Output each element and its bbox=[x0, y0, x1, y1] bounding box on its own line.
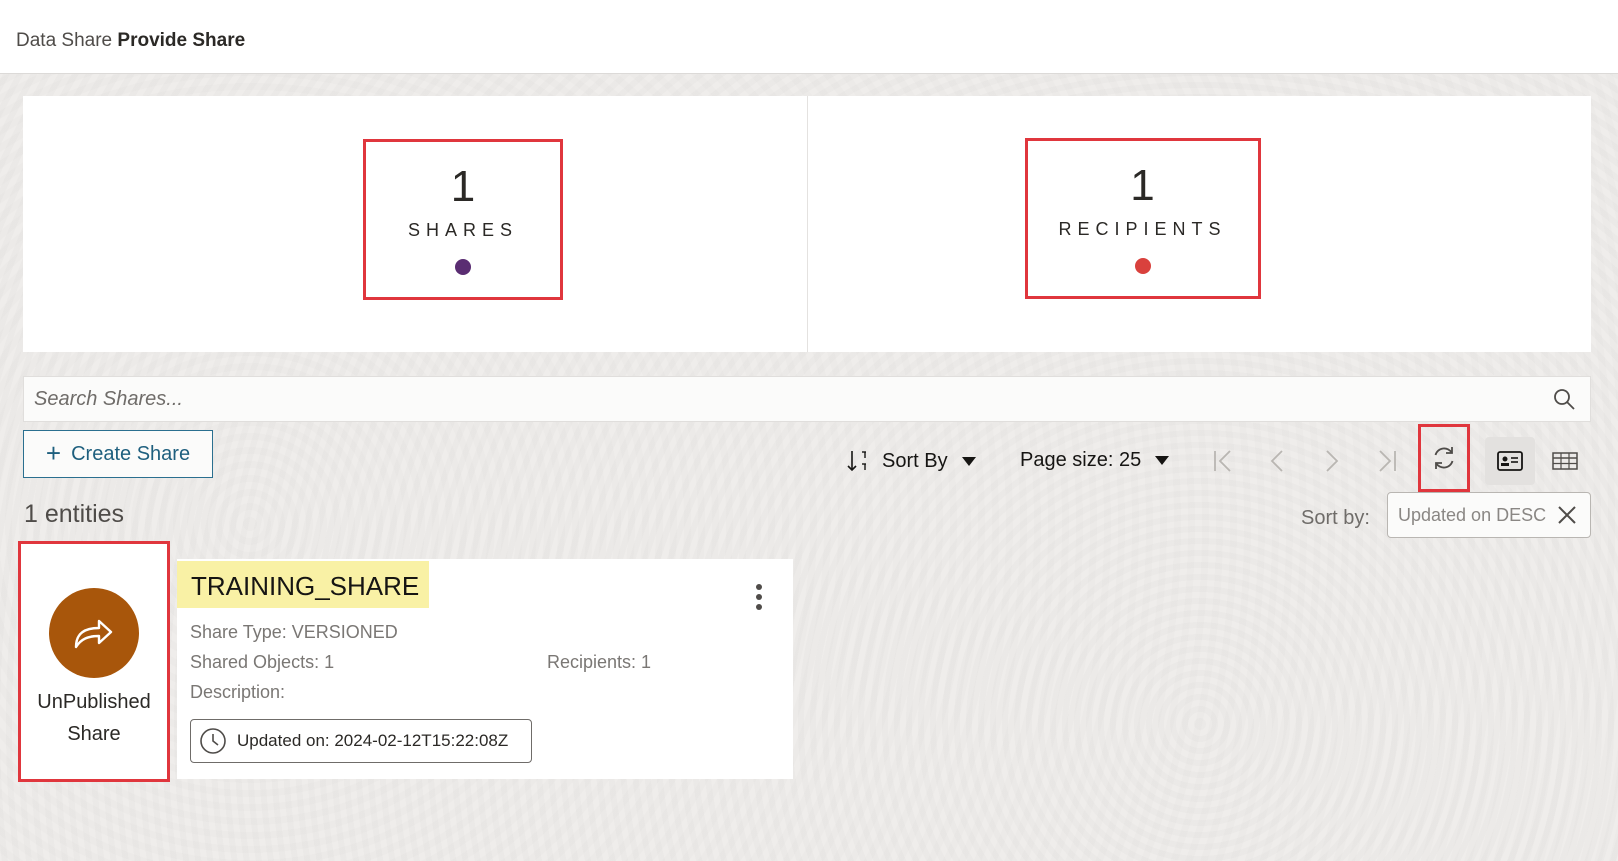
card-view-icon bbox=[1497, 451, 1523, 471]
plus-icon: + bbox=[45, 438, 62, 468]
sort-icon bbox=[847, 451, 866, 472]
share-status-label: UnPublished Share bbox=[21, 686, 167, 750]
share-status-line-1: UnPublished bbox=[37, 691, 151, 713]
table-view-button[interactable] bbox=[1540, 437, 1590, 485]
search-icon[interactable] bbox=[1552, 387, 1576, 416]
updated-text: Updated on: 2024-02-12T15:22:08Z bbox=[237, 731, 509, 750]
sort-by-caption: Sort by: bbox=[1301, 507, 1370, 529]
first-page-icon[interactable] bbox=[1208, 446, 1238, 476]
page-size-label: Page size: 25 bbox=[1020, 449, 1142, 471]
breadcrumb: Data Share Provide Share bbox=[16, 30, 245, 52]
search-input[interactable] bbox=[24, 377, 1524, 421]
share-status-line-2: Share bbox=[67, 723, 121, 745]
recipients-count: 1 bbox=[1130, 161, 1155, 210]
entities-count: 1 entities bbox=[24, 500, 125, 528]
table-view-icon bbox=[1552, 452, 1578, 470]
shares-stat[interactable]: 1 SHARES bbox=[363, 139, 563, 300]
recipients-dot bbox=[1134, 258, 1151, 274]
breadcrumb-parent[interactable]: Data Share bbox=[16, 30, 112, 51]
page-size-dropdown[interactable]: Page size: 25 bbox=[1020, 449, 1170, 472]
create-share-label: Create Share bbox=[71, 442, 191, 465]
sort-by-label: Sort By bbox=[882, 449, 948, 472]
shares-count: 1 bbox=[450, 162, 476, 211]
recipients-stat-column: 1 RECIPIENTS bbox=[806, 96, 1592, 352]
search-bar bbox=[23, 376, 1591, 422]
next-page-icon[interactable] bbox=[1316, 446, 1346, 476]
share-status-circle bbox=[49, 588, 139, 678]
clock-icon bbox=[200, 728, 226, 754]
card-view-button[interactable] bbox=[1485, 437, 1535, 485]
shared-objects: Shared Objects: 1 bbox=[190, 652, 335, 672]
recipients-label: RECIPIENTS bbox=[1058, 219, 1227, 239]
shares-stat-column: 1 SHARES bbox=[23, 96, 807, 352]
shares-label: SHARES bbox=[407, 220, 519, 240]
previous-page-icon[interactable] bbox=[1263, 446, 1293, 476]
chevron-down-icon bbox=[961, 456, 976, 466]
breadcrumb-current: Provide Share bbox=[117, 30, 246, 51]
create-share-button[interactable]: + Create Share bbox=[23, 430, 213, 478]
share-name[interactable]: TRAINING_SHARE bbox=[177, 561, 430, 608]
last-page-icon[interactable] bbox=[1372, 446, 1402, 476]
share-recipients: Recipients: 1 bbox=[547, 652, 652, 672]
sort-by-dropdown[interactable]: Sort By bbox=[846, 449, 976, 473]
sort-chip: Updated on DESC bbox=[1387, 492, 1591, 538]
header: Data Share Provide Share bbox=[0, 0, 1618, 74]
sort-chip-value: Updated on DESC bbox=[1398, 504, 1547, 525]
refresh-icon bbox=[1434, 447, 1454, 469]
chevron-down-icon bbox=[1155, 456, 1170, 465]
share-card[interactable]: TRAINING_SHARE Share Type: VERSIONED Sha… bbox=[177, 559, 793, 779]
updated-badge: Updated on: 2024-02-12T15:22:08Z bbox=[190, 719, 532, 763]
share-description: Description: bbox=[190, 682, 286, 702]
share-arrow-icon bbox=[74, 619, 113, 649]
recipients-stat[interactable]: 1 RECIPIENTS bbox=[1024, 138, 1261, 299]
share-status-tile[interactable]: UnPublished Share bbox=[18, 541, 170, 782]
more-actions-icon[interactable] bbox=[755, 583, 763, 616]
shares-dot bbox=[455, 259, 471, 275]
summary-panel: 1 SHARES 1 RECIPIENTS bbox=[23, 96, 1591, 352]
share-type: Share Type: VERSIONED bbox=[190, 622, 398, 642]
refresh-button[interactable] bbox=[1418, 424, 1470, 492]
close-icon[interactable] bbox=[1556, 504, 1578, 531]
